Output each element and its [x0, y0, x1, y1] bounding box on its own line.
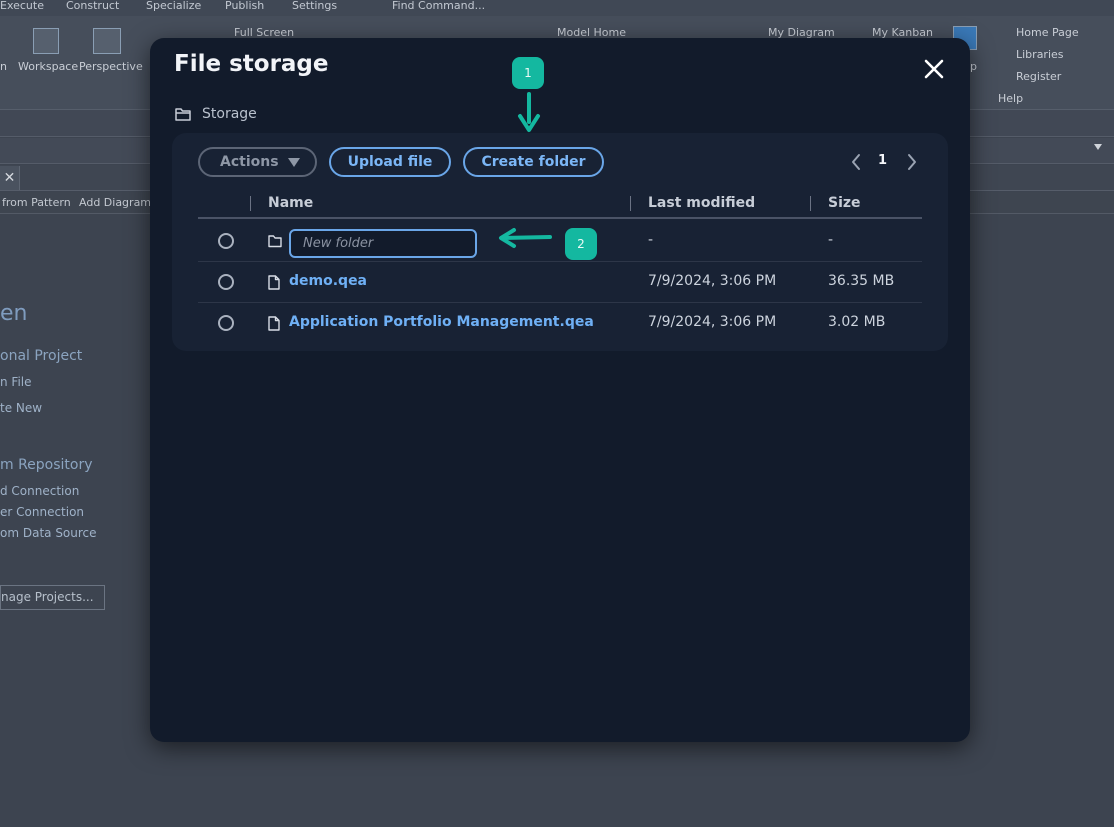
dropdown-arrow-icon[interactable] [1094, 144, 1102, 150]
folder-icon [268, 235, 282, 248]
storage-folder-icon [175, 108, 191, 121]
menu-construct[interactable]: Construct [66, 0, 119, 12]
column-separator [250, 196, 251, 211]
step-2-badge: 2 [565, 228, 597, 260]
caret-down-icon [288, 158, 300, 167]
start-item-open-file[interactable]: n File [0, 375, 32, 389]
actions-label: Actions [220, 154, 279, 170]
breadcrumb-storage[interactable]: Storage [202, 106, 257, 122]
table-row: Application Portfolio Management.qea 7/9… [198, 303, 922, 344]
ribbon-libraries[interactable]: Libraries [1016, 48, 1064, 61]
actions-button[interactable]: Actions [198, 147, 317, 177]
file-size: 36.35 MB [828, 273, 895, 289]
ribbon-register[interactable]: Register [1016, 70, 1061, 83]
start-repo-item-2[interactable]: er Connection [0, 505, 84, 519]
menu-publish[interactable]: Publish [225, 0, 264, 12]
workspace-icon [33, 28, 59, 54]
start-repository-heading: m Repository [0, 457, 93, 473]
file-last-modified: 7/9/2024, 3:06 PM [648, 314, 777, 330]
file-icon [268, 275, 280, 290]
from-pattern-button[interactable]: from Pattern [2, 196, 71, 209]
start-repo-item-1[interactable]: d Connection [0, 484, 79, 498]
column-header-size[interactable]: Size [828, 195, 861, 211]
arrow-down-icon [518, 92, 540, 132]
chevron-right-icon[interactable] [906, 153, 918, 171]
perspective-icon [93, 28, 121, 54]
file-size: 3.02 MB [828, 314, 886, 330]
column-separator [810, 196, 811, 211]
close-icon [924, 59, 944, 79]
new-folder-row: - - [198, 221, 922, 262]
chevron-left-icon[interactable] [850, 153, 862, 171]
row-select-radio[interactable] [218, 274, 234, 290]
menu-specialize[interactable]: Specialize [146, 0, 201, 12]
start-item-create-new[interactable]: te New [0, 401, 42, 415]
table-header: Name Last modified Size [198, 193, 922, 219]
pagination: 1 [850, 151, 920, 173]
dialog-title: File storage [174, 51, 329, 77]
menu-bar: Execute Construct Specialize Publish Set… [0, 0, 1114, 16]
ribbon-workspace-button[interactable]: Workspace [18, 60, 78, 73]
manage-projects-button[interactable]: nage Projects... [0, 585, 105, 610]
column-header-last-modified[interactable]: Last modified [648, 195, 755, 211]
close-dialog-button[interactable] [920, 55, 948, 83]
start-repo-item-3[interactable]: om Data Source [0, 526, 97, 540]
create-folder-button[interactable]: Create folder [463, 147, 604, 177]
step-1-badge: 1 [512, 57, 544, 89]
menu-settings[interactable]: Settings [292, 0, 337, 12]
close-tab-icon[interactable]: ✕ [0, 166, 20, 190]
new-folder-name-input[interactable] [289, 229, 477, 258]
ribbon-partial-label: n [0, 60, 7, 73]
file-storage-dialog: File storage Storage Actions Upload file… [150, 38, 970, 742]
find-command-field[interactable]: Find Command... [392, 0, 485, 12]
row-select-radio[interactable] [218, 315, 234, 331]
arrow-left-icon [499, 228, 552, 248]
current-page-number: 1 [878, 153, 888, 168]
upload-file-button[interactable]: Upload file [329, 147, 451, 177]
file-icon [268, 316, 280, 331]
new-folder-size: - [828, 232, 834, 248]
menu-execute[interactable]: Execute [0, 0, 44, 12]
file-name-link[interactable]: demo.qea [289, 273, 367, 289]
row-select-radio[interactable] [218, 233, 234, 249]
file-last-modified: 7/9/2024, 3:06 PM [648, 273, 777, 289]
ribbon-help-group-label: Help [998, 92, 1024, 105]
start-page-heading: en [0, 301, 28, 326]
column-header-name[interactable]: Name [268, 195, 313, 211]
ribbon-home-page[interactable]: Home Page [1016, 26, 1079, 39]
file-name-link[interactable]: Application Portfolio Management.qea [289, 314, 594, 330]
breadcrumb: Storage [174, 106, 257, 122]
ribbon-partial-label-right: p [970, 60, 977, 73]
column-separator [630, 196, 631, 211]
table-row: demo.qea 7/9/2024, 3:06 PM 36.35 MB [198, 262, 922, 303]
start-item-project[interactable]: onal Project [0, 348, 82, 364]
ribbon-perspective-button[interactable]: Perspective [79, 60, 143, 73]
new-folder-last-modified: - [648, 232, 654, 248]
file-panel: Actions Upload file Create folder 1 Name… [172, 133, 948, 351]
add-diagram-button[interactable]: Add Diagram [79, 196, 151, 209]
